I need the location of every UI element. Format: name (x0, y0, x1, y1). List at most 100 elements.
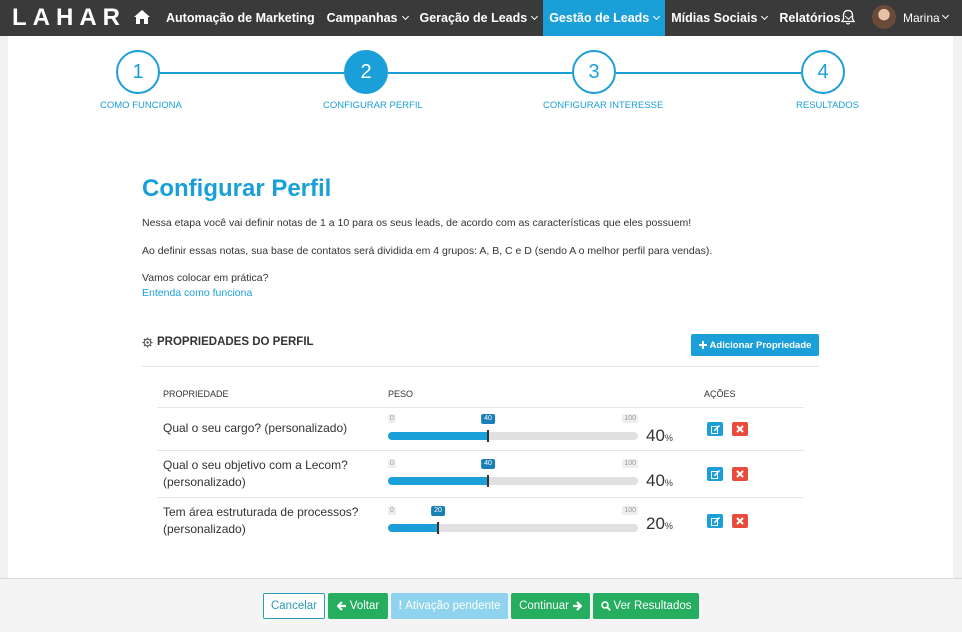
property-line-1: Qual o seu objetivo com a Lecom? (163, 458, 348, 472)
nav-item-label: Campanhas (326, 11, 398, 25)
weight-percent: 40% (646, 426, 673, 446)
back-button[interactable]: Voltar (328, 593, 388, 619)
bell-icon[interactable] (840, 9, 856, 26)
step-4-label[interactable]: RESULTADOS (796, 100, 859, 111)
delete-button[interactable] (732, 422, 748, 436)
nav-item-midias-sociais[interactable]: Mídias Sociais (665, 0, 773, 36)
nav-item-campanhas[interactable]: Campanhas (321, 0, 414, 36)
add-property-label: Adicionar Propriedade (709, 339, 812, 351)
chevron-down-icon (761, 12, 769, 21)
edit-icon (710, 516, 720, 526)
step-2[interactable]: 2 (344, 50, 388, 94)
nav-item-geracao-leads[interactable]: Geração de Leads (414, 0, 544, 36)
chevron-down-icon (531, 12, 539, 21)
edit-button[interactable] (707, 422, 723, 436)
exclamation-icon: ! (398, 600, 403, 612)
edit-button[interactable] (707, 514, 723, 528)
nav-item-label: Relatórios (779, 11, 841, 25)
gear-icon (142, 336, 153, 348)
step-4[interactable]: 4 (801, 50, 845, 94)
stepper-connector (616, 72, 801, 74)
weight-percent-unit: % (664, 433, 673, 443)
weight-slider[interactable]: 0 100 40 (388, 414, 638, 444)
continue-button[interactable]: Continuar (511, 593, 590, 619)
slider-value-bubble: 20 (431, 506, 445, 516)
slider-fill (388, 432, 488, 440)
close-icon (736, 517, 744, 525)
activation-pending-label: Ativação pendente (405, 600, 501, 612)
chevron-down-icon (653, 12, 661, 21)
groups-paragraph: Ao definir essas notas, sua base de cont… (142, 245, 713, 257)
property-line-1: Qual o seu cargo? (personalizado) (163, 421, 348, 435)
plus-icon (698, 341, 707, 349)
nav-item-label: Automação de Marketing (166, 11, 315, 25)
nav-item-label: Gestão de Leads (549, 11, 650, 25)
view-results-label: Ver Resultados (613, 600, 692, 612)
section-header: PROPRIEDADES DO PERFIL (142, 336, 314, 348)
slider-fill (388, 477, 488, 485)
arrow-left-icon (336, 601, 346, 611)
home-icon[interactable] (133, 9, 151, 25)
weight-percent-value: 20 (646, 514, 665, 533)
row-divider (157, 407, 804, 408)
step-3[interactable]: 3 (572, 50, 616, 94)
section-divider (142, 366, 819, 367)
property-line-1: Tem área estruturada de processos? (163, 505, 359, 519)
cancel-button[interactable]: Cancelar (263, 593, 325, 619)
slider-value-bubble: 40 (481, 459, 495, 469)
main-nav: Automação de Marketing Campanhas Geração… (160, 0, 857, 36)
row-divider (157, 497, 804, 498)
header-weight: PESO (388, 389, 414, 399)
slider-handle[interactable] (487, 475, 489, 487)
row-divider (157, 450, 804, 451)
how-it-works-link[interactable]: Entenda como funciona (142, 287, 252, 299)
slider-max: 100 (622, 459, 638, 468)
top-navbar: LAHAR Automação de Marketing Campanhas G… (0, 0, 962, 36)
header-property: PROPRIEDADE (163, 389, 229, 399)
add-property-button[interactable]: Adicionar Propriedade (691, 334, 819, 356)
continue-label: Continuar (519, 600, 569, 612)
nav-item-automacao[interactable]: Automação de Marketing (160, 0, 321, 36)
stepper-connector (388, 72, 572, 74)
lahar-logo[interactable]: LAHAR (12, 6, 126, 30)
delete-button[interactable] (732, 467, 748, 481)
weight-percent-unit: % (664, 478, 673, 488)
edit-button[interactable] (707, 467, 723, 481)
chevron-down-icon[interactable] (941, 11, 950, 20)
weight-percent-unit: % (664, 521, 673, 531)
property-line-2: (personalizado) (163, 475, 246, 489)
property-name: Qual o seu cargo? (personalizado) (163, 420, 383, 437)
nav-item-gestao-leads[interactable]: Gestão de Leads (543, 0, 666, 36)
weight-percent-value: 40 (646, 426, 665, 445)
step-1-label[interactable]: COMO FUNCIONA (100, 100, 182, 111)
step-2-label[interactable]: CONFIGURAR PERFIL (323, 100, 423, 111)
weight-slider[interactable]: 0 100 40 (388, 459, 638, 489)
property-name: Qual o seu objetivo com a Lecom? (person… (163, 457, 383, 491)
edit-icon (710, 424, 720, 434)
step-3-label[interactable]: CONFIGURAR INTERESSE (543, 100, 663, 111)
slider-handle[interactable] (437, 522, 439, 534)
weight-percent: 20% (646, 514, 673, 534)
chevron-down-icon (401, 12, 409, 21)
intro-paragraph: Nessa etapa você vai definir notas de 1 … (142, 217, 692, 229)
view-results-button[interactable]: Ver Resultados (593, 593, 699, 619)
slider-track[interactable] (388, 522, 638, 534)
stepper-connector (158, 72, 344, 74)
edit-icon (710, 469, 720, 479)
weight-slider[interactable]: 0 100 20 (388, 506, 638, 536)
slider-track[interactable] (388, 475, 638, 487)
user-name[interactable]: Marina (903, 0, 940, 36)
property-line-2: (personalizado) (163, 522, 246, 536)
avatar[interactable] (872, 5, 896, 29)
slider-fill (388, 524, 438, 532)
delete-button[interactable] (732, 514, 748, 528)
header-actions: AÇÕES (704, 389, 736, 399)
cancel-label: Cancelar (270, 600, 318, 612)
weight-percent-value: 40 (646, 471, 665, 490)
step-1[interactable]: 1 (116, 50, 160, 94)
slider-handle[interactable] (487, 430, 489, 442)
nav-item-label: Mídias Sociais (671, 11, 758, 25)
nav-item-label: Geração de Leads (419, 11, 528, 25)
slider-track[interactable] (388, 430, 638, 442)
activation-pending-button: ! Ativação pendente (391, 593, 508, 619)
